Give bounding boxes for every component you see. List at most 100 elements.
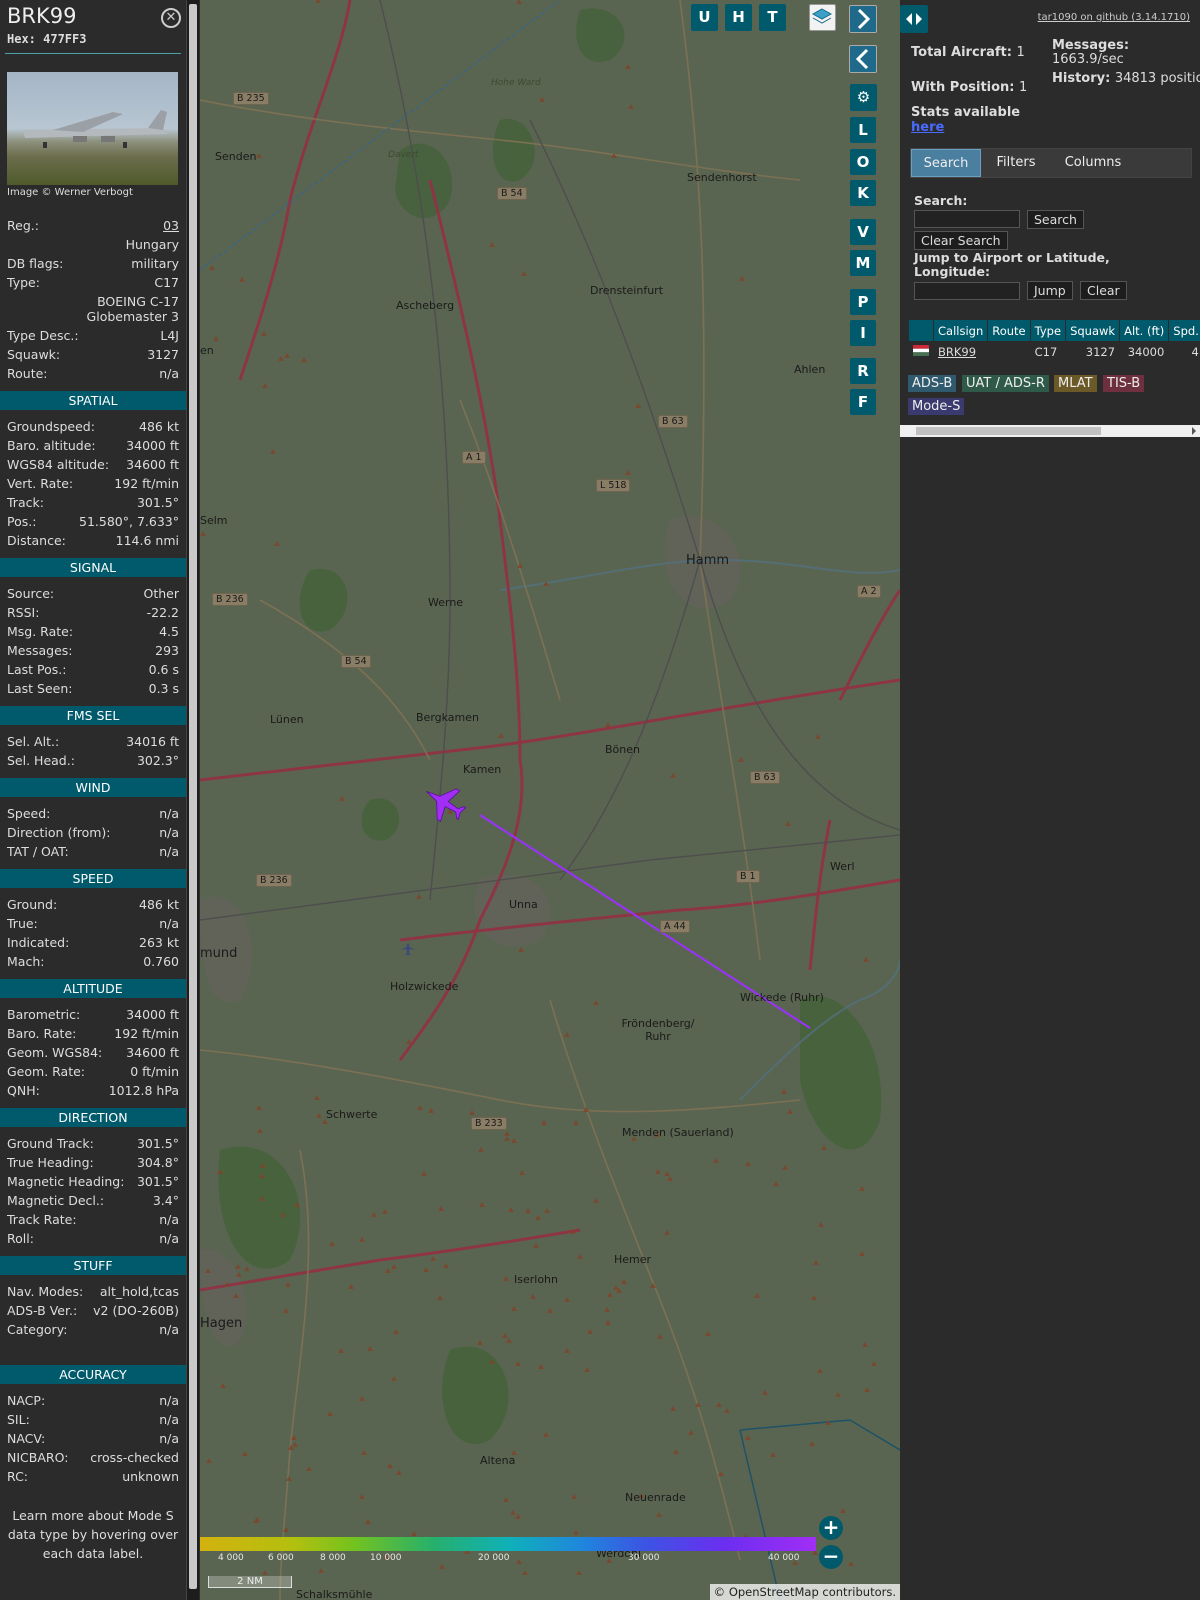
table-column-header[interactable]: Type [1029, 319, 1067, 342]
info-row: Ground Track: 301.5° [0, 1134, 186, 1153]
search-input[interactable] [914, 210, 1020, 228]
total-aircraft-label: Total Aircraft: [911, 45, 1012, 60]
map-view[interactable]: Senden Sendenhorst Ascheberg Drensteinfurt A… [200, 0, 900, 1600]
horizontal-scrollbar-thumb[interactable] [916, 427, 1101, 435]
info-label: DB flags: [7, 256, 64, 271]
search-button[interactable]: Search [1027, 210, 1084, 229]
info-value[interactable]: 03 [163, 216, 179, 235]
info-rows: Reg.: 03 Hungary DB flags: military Type: C17 B… [0, 216, 186, 383]
info-label: Type Desc.: [7, 328, 79, 343]
legend-tick-label: 40 000 [768, 1553, 800, 1563]
info-label: Ground: [7, 897, 58, 912]
github-link[interactable]: tar1090 on github (3.14.1710) [1038, 12, 1190, 23]
table-horizontal-scrollbar[interactable] [900, 425, 1200, 437]
map-button-o[interactable]: O [850, 149, 876, 175]
info-value: -22.2 [146, 605, 179, 620]
info-row: Direction (from): n/a [0, 823, 186, 842]
table-column-header[interactable]: Route [987, 319, 1031, 342]
clear-search-button[interactable]: Clear Search [914, 231, 1008, 250]
map-button-p[interactable]: P [850, 289, 876, 315]
zoom-in-icon[interactable]: + [819, 1516, 843, 1540]
settings-gear-icon[interactable]: ⚙ [850, 84, 877, 111]
map-button-r[interactable]: R [850, 358, 876, 384]
aircraft-photo[interactable] [7, 72, 178, 185]
info-value: 34000 ft [126, 1007, 179, 1022]
info-label: Messages: [7, 643, 73, 658]
info-row: True Heading: 304.8° [0, 1153, 186, 1172]
chevron-right-icon[interactable] [849, 5, 877, 33]
map-button-f[interactable]: F [850, 389, 876, 415]
cell-callsign[interactable]: BRK99 [932, 341, 989, 362]
map-button-t[interactable]: T [759, 4, 786, 31]
info-row: Vert. Rate: 192 ft/min [0, 474, 186, 493]
jump-button[interactable]: Jump [1027, 281, 1073, 300]
map-button-v[interactable]: V [850, 219, 876, 245]
tab-filters[interactable]: Filters [983, 149, 1049, 177]
map-button-i[interactable]: I [850, 320, 876, 346]
info-value: n/a [159, 1431, 179, 1446]
info-label: Magnetic Heading: [7, 1174, 125, 1189]
source-badge: ADS-B [908, 375, 957, 392]
table-column-header[interactable]: Spd. [1168, 319, 1200, 342]
layers-icon[interactable] [809, 4, 836, 31]
map-place-label: Werl [830, 860, 855, 873]
info-value: 0.3 s [148, 681, 179, 696]
info-label: ADS-B Ver.: [7, 1303, 78, 1318]
info-label: TAT / OAT: [7, 844, 69, 859]
jump-input[interactable] [914, 282, 1020, 300]
stats-link[interactable]: here [911, 120, 944, 135]
map-button-h[interactable]: H [725, 4, 752, 31]
info-row: NACV: n/a [0, 1429, 186, 1448]
map-button-l[interactable]: L [850, 117, 876, 143]
map-button-k[interactable]: K [850, 180, 876, 206]
sidebar-scrollbar[interactable] [186, 0, 199, 1600]
info-label: True Heading: [7, 1155, 94, 1170]
clear-jump-button[interactable]: Clear [1080, 281, 1127, 300]
info-value: n/a [159, 825, 179, 840]
info-label: Source: [7, 586, 55, 601]
info-label: NACP: [7, 1393, 46, 1408]
map-place-label: Ascheberg [396, 299, 455, 312]
info-row: Source: Other [0, 584, 186, 603]
messages-rate: 1663.9/sec [1052, 52, 1124, 67]
messages-label: Messages: [1052, 38, 1130, 53]
zoom-out-icon[interactable]: − [819, 1545, 843, 1569]
callsign-title: BRK99 [7, 4, 77, 28]
map-place-label: en [200, 344, 214, 357]
table-column-header[interactable]: Squawk [1065, 319, 1121, 342]
map-place-label: Senden [215, 150, 257, 163]
table-column-header[interactable] [908, 319, 934, 342]
info-row: Ground: 486 kt [0, 895, 186, 914]
info-value: 293 [155, 643, 179, 658]
info-label: Vert. Rate: [7, 476, 74, 491]
source-badge: TIS-B [1103, 375, 1145, 392]
info-label: Msg. Rate: [7, 624, 74, 639]
cell-speed: 4 [1168, 341, 1200, 362]
scroll-right-icon[interactable] [1190, 427, 1198, 435]
info-row: Magnetic Decl.: 3.4° [0, 1191, 186, 1210]
map-button-u[interactable]: U [691, 4, 718, 31]
table-column-header[interactable]: Alt. (ft) [1119, 319, 1170, 342]
close-icon[interactable]: ✕ [161, 8, 181, 28]
info-label: Reg.: [7, 218, 39, 233]
sidebar-scrollbar-thumb[interactable] [189, 4, 197, 1589]
chevron-left-icon[interactable] [849, 45, 877, 73]
info-value: 301.5° [136, 1136, 179, 1151]
road-shield: A 44 [660, 920, 690, 933]
scale-bar: 2 NM [208, 1576, 292, 1588]
section-header: ALTITUDE [0, 979, 186, 998]
cell-squawk: 3127 [1065, 341, 1121, 362]
map-button-m[interactable]: M [850, 250, 876, 276]
tab-search[interactable]: Search [911, 149, 981, 177]
tab-columns[interactable]: Columns [1051, 149, 1135, 177]
map-place-label: Wickede (Ruhr) [740, 991, 824, 1004]
aircraft-table: Callsign Route Type Squawk Alt. (ft) Spd. BRK… [908, 319, 1200, 362]
table-row[interactable]: BRK99 C17 3127 34000 4 [908, 341, 1200, 362]
legend-tick-label: 20 000 [478, 1553, 510, 1563]
info-value: 192 ft/min [114, 1026, 179, 1041]
info-label: QNH: [7, 1083, 40, 1098]
map-place-label: Schwerte [326, 1108, 378, 1121]
toggle-sidebar-arrows-icon[interactable] [900, 5, 928, 33]
info-row: QNH: 1012.8 hPa [0, 1081, 186, 1100]
table-column-header[interactable]: Callsign [932, 319, 989, 342]
